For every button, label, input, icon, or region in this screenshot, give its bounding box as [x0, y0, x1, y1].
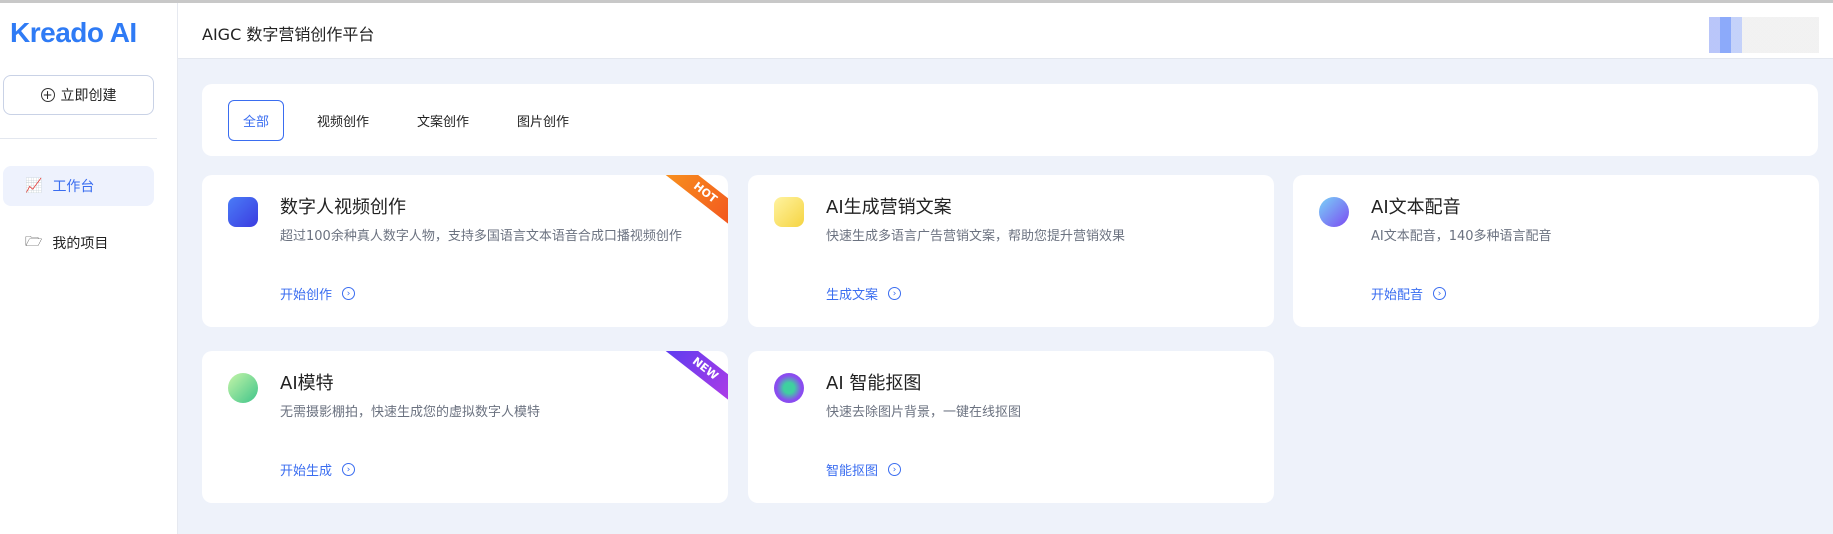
new-badge: NEW: [663, 351, 728, 405]
card-link-label: 开始生成: [280, 464, 333, 479]
presentation-chart-icon: 📈: [25, 178, 43, 194]
card-ai-marketing-copy[interactable]: AI生成营销文案 快速生成多语言广告营销文案，帮助您提升营销效果 生成文案 ›: [748, 175, 1274, 327]
card-link-label: 开始创作: [280, 288, 333, 303]
create-now-label: 立即创建: [60, 88, 117, 104]
tab-image[interactable]: 图片创作: [502, 100, 584, 141]
arrow-right-circle-icon: ›: [342, 463, 356, 476]
category-tabs: 全部 视频创作 文案创作 图片创作: [202, 84, 1818, 156]
sidebar-item-label: 工作台: [52, 179, 95, 195]
logo[interactable]: Kreado AI: [10, 17, 137, 49]
arrow-right-circle-icon: ›: [888, 287, 902, 300]
card-title: 数字人视频创作: [280, 197, 406, 218]
tab-copywriting[interactable]: 文案创作: [402, 100, 484, 141]
divider: [0, 138, 157, 139]
card-ai-model[interactable]: AI模特 无需摄影棚拍，快速生成您的虚拟数字人模特 开始生成 › NEW: [202, 351, 728, 503]
card-title: AI 智能抠图: [826, 373, 922, 394]
page-title: AIGC 数字营销创作平台: [202, 25, 375, 44]
create-now-button[interactable]: + 立即创建: [3, 75, 154, 115]
sidebar-item-workbench[interactable]: 📈 工作台: [3, 166, 154, 206]
arrow-right-circle-icon: ›: [342, 287, 356, 300]
sidebar: Kreado AI + 立即创建 📈 工作台 🗁 我的项目: [0, 3, 178, 534]
hot-badge: HOT: [663, 175, 728, 229]
tab-all[interactable]: 全部: [228, 99, 285, 141]
folder-icon: 🗁: [25, 234, 43, 250]
user-avatar[interactable]: [1709, 17, 1819, 53]
card-title: AI模特: [280, 373, 334, 394]
sidebar-item-my-projects[interactable]: 🗁 我的项目: [3, 223, 154, 263]
model-head-icon: [228, 373, 258, 403]
plus-circle-icon: +: [40, 88, 55, 102]
speaker-icon: [228, 197, 258, 227]
card-description: 快速生成多语言广告营销文案，帮助您提升营销效果: [826, 229, 1126, 244]
card-title: AI生成营销文案: [826, 197, 952, 218]
card-description: 快速去除图片背景，一键在线抠图: [826, 405, 1022, 420]
card-description: 超过100余种真人数字人物，支持多国语言文本语音合成口播视频创作: [280, 229, 682, 244]
header: AIGC 数字营销创作平台: [178, 3, 1833, 59]
card-ai-voiceover[interactable]: AI文本配音 AI文本配音，140多种语言配音 开始配音 ›: [1293, 175, 1819, 327]
card-link-label: 智能抠图: [826, 464, 879, 479]
card-link[interactable]: 智能抠图 ›: [826, 460, 902, 479]
arrow-right-circle-icon: ›: [888, 463, 902, 476]
card-ai-cutout[interactable]: AI 智能抠图 快速去除图片背景，一键在线抠图 智能抠图 ›: [748, 351, 1274, 503]
arrow-right-circle-icon: ›: [1433, 287, 1447, 300]
microphone-icon: [1319, 197, 1349, 227]
card-link[interactable]: 生成文案 ›: [826, 284, 902, 303]
tab-video[interactable]: 视频创作: [302, 100, 384, 141]
cutout-icon: [774, 373, 804, 403]
card-title: AI文本配音: [1371, 197, 1461, 218]
card-link[interactable]: 开始配音 ›: [1371, 284, 1447, 303]
card-link-label: 生成文案: [826, 288, 879, 303]
card-description: AI文本配音，140多种语言配音: [1371, 229, 1552, 244]
card-link-label: 开始配音: [1371, 288, 1424, 303]
sidebar-item-label: 我的项目: [52, 236, 109, 252]
document-icon: [774, 197, 804, 227]
card-description: 无需摄影棚拍，快速生成您的虚拟数字人模特: [280, 405, 541, 420]
card-link[interactable]: 开始生成 ›: [280, 460, 356, 479]
card-digital-human-video[interactable]: 数字人视频创作 超过100余种真人数字人物，支持多国语言文本语音合成口播视频创作…: [202, 175, 728, 327]
card-link[interactable]: 开始创作 ›: [280, 284, 356, 303]
